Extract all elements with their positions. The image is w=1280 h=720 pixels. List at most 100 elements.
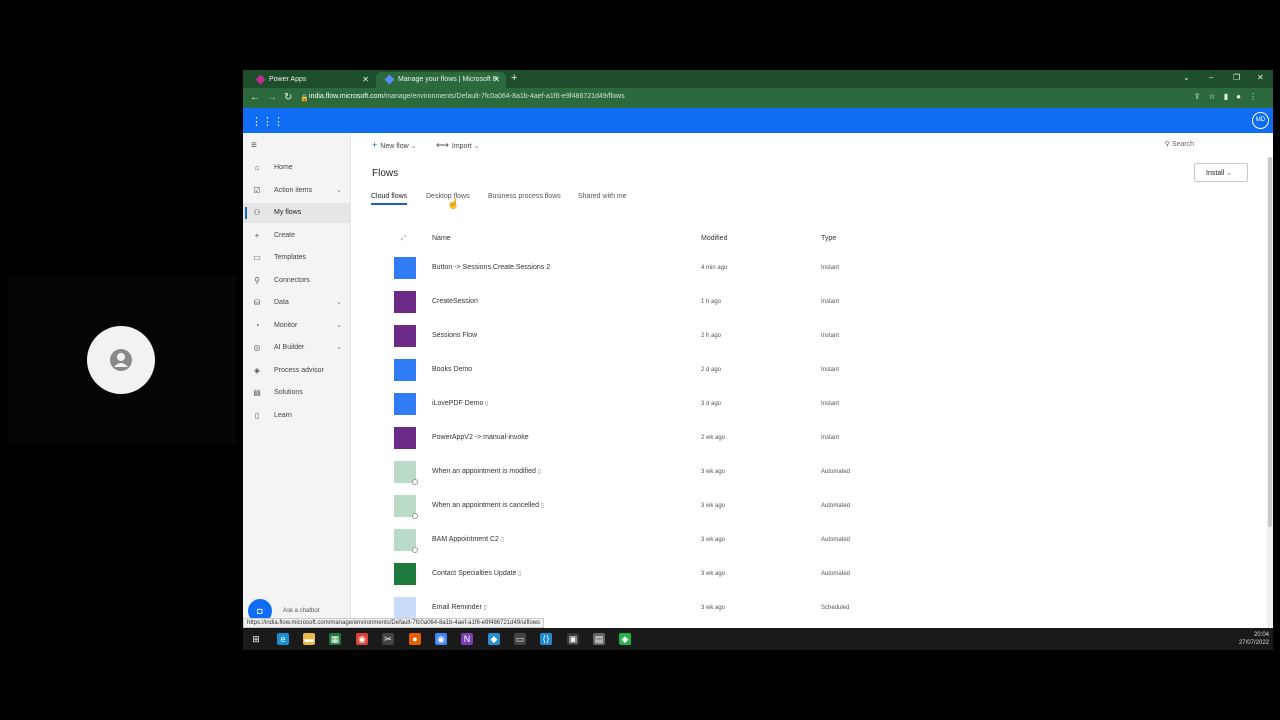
close-window-icon[interactable]: ✕ — [1257, 73, 1264, 82]
tab-cloud-flows[interactable]: Cloud flows — [371, 193, 408, 205]
chat-icon: ◘ — [257, 606, 263, 616]
table-row[interactable]: Sessions Flow 2 h ago Instant — [351, 319, 1273, 353]
sidebar-item-label: Process advisor — [274, 366, 324, 374]
flow-name[interactable]: iLovePDF Demo ▯ — [432, 400, 488, 407]
chevron-down-icon: ⌄ — [473, 143, 480, 150]
minimize-icon[interactable]: – — [1209, 73, 1213, 82]
tab-shared-with-me[interactable]: Shared with me — [578, 193, 627, 200]
flow-name[interactable]: When an appointment is cancelled ▯ — [432, 502, 544, 509]
type-cell: Scheduled — [821, 605, 850, 611]
active-app-icon[interactable]: ▣ — [567, 633, 579, 645]
search-box[interactable]: ⚲ Search — [1165, 140, 1194, 148]
file-explorer-icon[interactable]: ▬ — [303, 633, 315, 645]
flow-name-text: CreateSession — [432, 298, 478, 305]
app-icon[interactable]: ◆ — [488, 633, 500, 645]
tool-icon[interactable]: ✂ — [382, 633, 394, 645]
sidebar-item-create[interactable]: + Create — [243, 226, 350, 246]
table-row[interactable]: Button -> Sessions.Create.Sessions 2 4 mi… — [351, 251, 1273, 285]
address-bar[interactable]: india.flow.microsoft.com/manage/environm… — [309, 93, 625, 100]
chrome-canary-icon[interactable]: ◉ — [435, 633, 447, 645]
windows-start-icon[interactable]: ⊞ — [250, 633, 262, 645]
status-badge — [412, 479, 418, 485]
excel-icon[interactable]: ▦ — [329, 633, 341, 645]
flow-name[interactable]: BAM Appointment C2 ▯ — [432, 536, 504, 543]
sidebar-item-templates[interactable]: ▭ Templates — [243, 248, 350, 268]
new-tab-button[interactable]: + — [511, 72, 517, 84]
sidebar-item-label: Action items — [274, 186, 313, 194]
flow-name[interactable]: Button -> Sessions.Create.Sessions 2 — [432, 264, 550, 271]
scrollbar-thumb[interactable] — [1268, 157, 1272, 527]
terminal-icon[interactable]: ▭ — [514, 633, 526, 645]
flow-name-text: Books Demo — [432, 366, 473, 373]
system-clock[interactable]: 20:04 27/07/2022 — [1239, 631, 1269, 647]
visual-studio-icon[interactable]: N — [461, 633, 473, 645]
import-button[interactable]: ⟷ Import ⌄ — [436, 140, 480, 151]
sidebar-item-label: Learn — [274, 411, 292, 419]
table-row[interactable]: CreateSession 1 h ago Instant — [351, 285, 1273, 319]
flow-name[interactable]: When an appointment is modified ▯ — [432, 468, 541, 475]
flow-name[interactable]: Contact Specialties Update ▯ — [432, 570, 521, 577]
install-button[interactable]: Install ⌄ — [1194, 163, 1248, 182]
browser-actions[interactable]: ⇪☆▮●⋮ — [1194, 92, 1265, 101]
flow-name[interactable]: PowerAppV2 -> manual-invoke — [432, 434, 529, 441]
reload-icon[interactable]: ↻ — [284, 92, 292, 103]
browser-tab-flows[interactable]: Manage your flows | Microsoft P ✕ — [376, 72, 506, 88]
sidebar-item-action-items[interactable]: ☑ Action items ⌄ — [243, 181, 350, 201]
sidebar-item-monitor[interactable]: ◔ Monitor ⌄ — [243, 316, 350, 336]
participant-avatar — [87, 326, 155, 394]
firefox-icon[interactable]: ● — [409, 633, 421, 645]
table-row[interactable]: Contact Specialties Update ▯ 3 wk ago Auto… — [351, 557, 1273, 591]
sidebar-item-learn[interactable]: ▯ Learn — [243, 406, 350, 426]
sidebar-item-process-advisor[interactable]: ◈ Process advisor — [243, 361, 350, 381]
sidebar-item-data[interactable]: ⛁ Data ⌄ — [243, 293, 350, 313]
table-row[interactable]: When an appointment is modified ▯ 3 wk ag… — [351, 455, 1273, 489]
user-avatar[interactable]: MD — [1252, 112, 1269, 129]
ai-builder-icon: ◎ — [253, 343, 261, 352]
chevron-down-icon[interactable]: ⌄ — [336, 186, 342, 194]
back-icon[interactable]: ← — [250, 92, 260, 103]
vertical-scrollbar[interactable] — [1267, 157, 1273, 627]
hamburger-menu-icon[interactable]: ≡ — [251, 140, 257, 151]
chevron-down-icon[interactable]: ⌄ — [336, 343, 342, 351]
table-row[interactable]: PowerAppV2 -> manual-invoke 2 wk ago Insta… — [351, 421, 1273, 455]
type-cell: Instant — [821, 333, 840, 339]
flow-name[interactable]: Sessions Flow — [432, 332, 477, 339]
table-row[interactable]: BAM Appointment C2 ▯ 3 wk ago Automated — [351, 523, 1273, 557]
new-flow-button[interactable]: + New flow ⌄ — [372, 140, 417, 150]
close-tab-icon[interactable]: ✕ — [362, 75, 369, 84]
tab-business-process-flows[interactable]: Business process flows — [488, 193, 561, 200]
flow-name[interactable]: Books Demo — [432, 366, 472, 373]
mouse-cursor-icon: ☝ — [447, 199, 460, 210]
sort-icon[interactable]: ⤢ — [401, 235, 407, 243]
search-label: Search — [1171, 141, 1194, 148]
flow-icon — [394, 597, 416, 619]
chevron-down-icon[interactable]: ⌄ — [336, 321, 342, 329]
flow-name[interactable]: Email Reminder ▯ — [432, 604, 487, 611]
sidebar-item-connectors[interactable]: ⚲ Connectors — [243, 271, 350, 291]
edge-icon[interactable]: e — [277, 633, 289, 645]
column-header-modified[interactable]: Modified — [701, 235, 727, 242]
vscode-icon[interactable]: ⟨⟩ — [540, 633, 552, 645]
printer-icon[interactable]: ▤ — [593, 633, 605, 645]
sidebar-item-label: Home — [274, 164, 293, 171]
flow-name-text: iLovePDF Demo — [432, 400, 484, 407]
restore-icon[interactable]: ❐ — [1233, 73, 1240, 82]
tab-search-icon[interactable]: ⌄ — [1183, 73, 1190, 82]
table-row[interactable]: iLovePDF Demo ▯ 3 d ago Instant — [351, 387, 1273, 421]
table-row[interactable]: Books Demo 2 d ago Instant — [351, 353, 1273, 387]
sidebar-item-home[interactable]: ⌂ Home — [243, 158, 350, 178]
sidebar-item-ai-builder[interactable]: ◎ AI Builder ⌄ — [243, 338, 350, 358]
column-header-name[interactable]: Name — [432, 235, 451, 242]
forward-icon[interactable]: → — [267, 92, 277, 103]
browser-tab-power-apps[interactable]: Power Apps ✕ — [247, 72, 375, 88]
app-launcher-icon[interactable]: ⋮⋮⋮ — [251, 115, 284, 128]
close-tab-icon[interactable]: ✕ — [493, 75, 500, 84]
flow-name[interactable]: CreateSession — [432, 298, 478, 305]
sidebar-item-my-flows[interactable]: ⚇ My flows — [243, 203, 350, 223]
table-row[interactable]: When an appointment is cancelled ▯ 3 wk a… — [351, 489, 1273, 523]
chrome-icon[interactable]: ◉ — [356, 633, 368, 645]
chevron-down-icon[interactable]: ⌄ — [336, 298, 342, 306]
column-header-type[interactable]: Type — [821, 235, 836, 242]
green-app-icon[interactable]: ◆ — [619, 633, 631, 645]
sidebar-item-solutions[interactable]: ▤ Solutions — [243, 383, 350, 403]
